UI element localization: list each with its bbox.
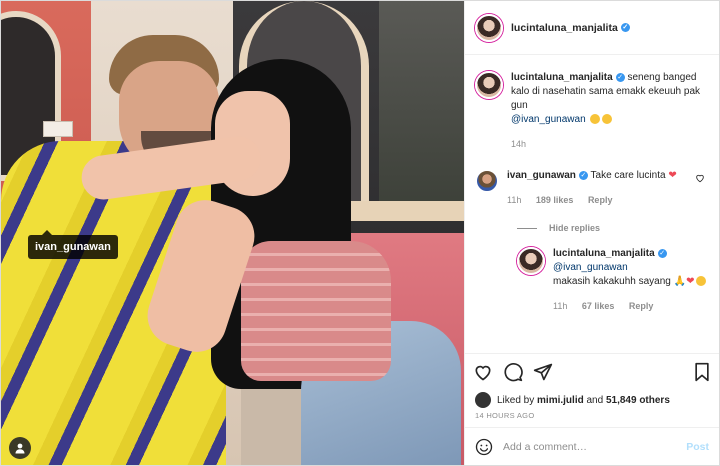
smiling-face-emoji-icon xyxy=(602,114,613,125)
heart-icon xyxy=(475,365,491,380)
comment-input[interactable] xyxy=(503,440,687,453)
woman-top xyxy=(241,241,391,381)
instagram-post-frame: ivan_gunawan lucintaluna_manjalita ✓ luci… xyxy=(0,0,720,466)
comment-avatar[interactable] xyxy=(475,169,499,193)
like-button[interactable] xyxy=(473,362,493,382)
likes-others[interactable]: 51,849 others xyxy=(606,395,670,406)
verified-badge-icon: ✓ xyxy=(620,23,630,33)
reply-time[interactable]: 11h xyxy=(553,301,567,311)
reply-username[interactable]: lucintaluna_manjalita xyxy=(553,248,655,259)
comment-button[interactable] xyxy=(503,362,523,382)
likes-summary: Liked by mimi.julid and 51,849 others xyxy=(465,389,719,411)
caption-mention[interactable]: @ivan_gunawan xyxy=(511,114,586,125)
reply-text: makasih kakakuhh sayang xyxy=(553,276,671,287)
caption-username[interactable]: lucintaluna_manjalita xyxy=(511,72,613,83)
reply-mention[interactable]: @ivan_gunawan xyxy=(553,262,628,273)
likes-joiner: and xyxy=(586,394,604,406)
paper-plane-icon xyxy=(533,363,553,380)
smiling-face-emoji-icon xyxy=(590,114,601,125)
post-comment-button[interactable]: Post xyxy=(686,441,709,453)
comment-likes[interactable]: 189 likes xyxy=(536,195,574,205)
comment-bubble-icon xyxy=(504,362,523,381)
person-woman xyxy=(78,51,464,465)
folded-hands-emoji-icon: 🙏 xyxy=(673,276,687,287)
post-timestamp[interactable]: 14 HOURS AGO xyxy=(465,411,719,427)
reply-item: lucintaluna_manjalita ✓ @ivan_gunawan mak… xyxy=(517,247,709,313)
tagged-users-button[interactable] xyxy=(9,437,31,459)
save-button[interactable] xyxy=(693,362,711,382)
comment-item: ivan_gunawan ✓ Take care lucinta ❤ 11h 18… xyxy=(475,169,709,207)
verified-badge-icon: ✓ xyxy=(657,248,667,258)
user-tag-label[interactable]: ivan_gunawan xyxy=(28,230,118,259)
share-button[interactable] xyxy=(533,362,553,382)
reply-meta: 11h 67 likes Reply xyxy=(553,299,706,313)
red-heart-emoji-icon: ❤ xyxy=(668,170,677,181)
comment-reply-button[interactable]: Reply xyxy=(588,195,613,205)
caption-time[interactable]: 14h xyxy=(511,139,526,149)
avatar[interactable] xyxy=(475,13,503,42)
post-sidebar: lucintaluna_manjalita ✓ lucintaluna_manja… xyxy=(464,1,719,465)
verified-badge-icon: ✓ xyxy=(578,170,588,180)
smiling-hearts-emoji-icon xyxy=(696,276,707,287)
add-comment-bar: Post xyxy=(465,427,719,465)
person-icon xyxy=(15,443,25,454)
caption-avatar[interactable] xyxy=(475,71,503,99)
header-username[interactable]: lucintaluna_manjalita ✓ xyxy=(511,22,630,34)
hide-replies-button[interactable]: Hide replies xyxy=(517,223,709,233)
comment-text: Take care lucinta xyxy=(590,170,666,181)
verified-badge-icon: ✓ xyxy=(615,72,625,82)
likes-prefix: Liked by xyxy=(497,394,535,406)
emoji-smiley-icon[interactable] xyxy=(475,438,493,456)
caption: lucintaluna_manjalita ✓ seneng banged kal… xyxy=(475,71,709,151)
post-header: lucintaluna_manjalita ✓ xyxy=(465,1,719,55)
liker-avatar[interactable] xyxy=(475,392,491,408)
reply-reply-button[interactable]: Reply xyxy=(629,301,654,311)
comment-meta: 11h 189 likes Reply xyxy=(507,193,677,207)
caption-meta: 14h xyxy=(511,137,709,151)
red-heart-emoji-icon: ❤ xyxy=(686,276,695,287)
comment-body: ivan_gunawan ✓ Take care lucinta ❤ 11h 18… xyxy=(507,169,677,207)
heart-outline-icon[interactable] xyxy=(695,173,705,183)
bookmark-icon xyxy=(695,362,709,381)
comment-username[interactable]: ivan_gunawan xyxy=(507,170,576,181)
reply-body: lucintaluna_manjalita ✓ @ivan_gunawan mak… xyxy=(553,247,707,313)
header-username-text[interactable]: lucintaluna_manjalita xyxy=(511,22,618,34)
likes-user[interactable]: mimi.julid xyxy=(537,395,584,406)
reply-likes[interactable]: 67 likes xyxy=(582,301,615,311)
post-actions-bar xyxy=(465,353,719,389)
comment-time[interactable]: 11h xyxy=(507,195,521,205)
post-photo[interactable]: ivan_gunawan xyxy=(1,1,464,465)
reply-avatar[interactable] xyxy=(517,247,545,275)
caption-body: lucintaluna_manjalita ✓ seneng banged kal… xyxy=(511,71,709,151)
comments-section: lucintaluna_manjalita ✓ seneng banged kal… xyxy=(465,55,719,353)
